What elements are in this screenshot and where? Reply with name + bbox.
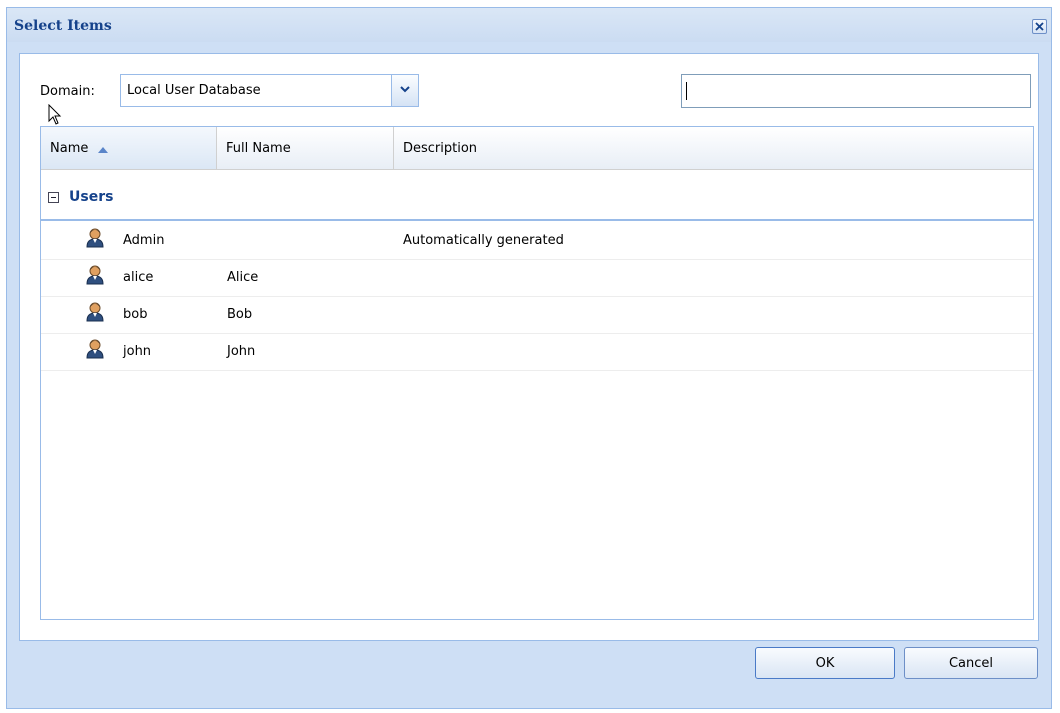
items-grid: Name Full Name Description Users Admin A… <box>40 126 1034 620</box>
row-full-name: Bob <box>227 307 253 322</box>
column-header-description[interactable]: Description <box>394 127 1034 169</box>
mouse-pointer-icon <box>48 104 62 125</box>
user-icon <box>86 228 104 248</box>
dialog-titlebar[interactable]: Select Items <box>7 8 1051 42</box>
table-row[interactable]: alice Alice <box>41 259 1033 297</box>
search-input[interactable] <box>681 74 1031 108</box>
row-full-name: John <box>227 344 256 359</box>
domain-selected-value: Local User Database <box>127 83 261 98</box>
row-name: bob <box>123 307 148 322</box>
row-name: john <box>123 344 152 359</box>
column-label-description: Description <box>403 141 478 156</box>
column-header-name[interactable]: Name <box>41 127 217 169</box>
grid-header: Name Full Name Description <box>41 127 1033 170</box>
dialog-body: Domain: Local User Database Name Full Na… <box>19 53 1039 641</box>
group-label: Users <box>69 189 114 205</box>
cancel-button[interactable]: Cancel <box>904 647 1038 679</box>
column-label-name: Name <box>50 141 89 156</box>
table-row[interactable]: Admin Automatically generated <box>41 222 1033 260</box>
domain-combobox[interactable]: Local User Database <box>120 74 419 107</box>
table-row[interactable]: john John <box>41 333 1033 371</box>
select-items-dialog: Select Items Domain: Local User Database <box>6 7 1052 709</box>
dialog-title: Select Items <box>14 18 112 34</box>
sort-ascending-icon <box>98 147 108 153</box>
user-icon <box>86 265 104 285</box>
column-label-full-name: Full Name <box>226 141 291 156</box>
table-row[interactable]: bob Bob <box>41 296 1033 334</box>
row-name: Admin <box>123 233 165 248</box>
close-icon[interactable] <box>1032 19 1047 34</box>
user-icon <box>86 302 104 322</box>
row-full-name: Alice <box>227 270 259 285</box>
collapse-icon[interactable] <box>48 192 59 203</box>
ok-button[interactable]: OK <box>755 647 895 679</box>
user-icon <box>86 339 104 359</box>
row-description: Automatically generated <box>403 233 564 248</box>
text-caret <box>686 82 687 100</box>
row-name: alice <box>123 270 154 285</box>
domain-label: Domain: <box>40 84 95 99</box>
chevron-down-icon[interactable] <box>391 75 418 106</box>
group-header-users[interactable]: Users <box>41 179 1033 221</box>
column-header-full-name[interactable]: Full Name <box>217 127 394 169</box>
